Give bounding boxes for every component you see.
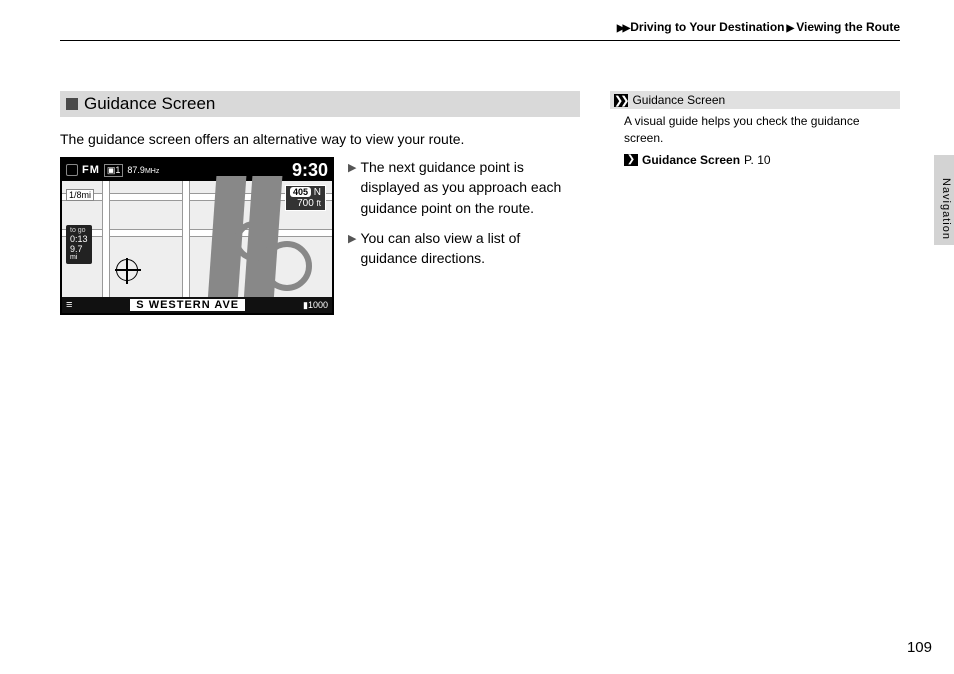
sidebar-crossref: ❯ Guidance Screen P. 10 <box>610 153 900 167</box>
sidebar-title: Guidance Screen <box>632 93 725 107</box>
section-tab-label: Navigation <box>940 178 952 240</box>
main-column: Guidance Screen The guidance screen offe… <box>60 91 580 315</box>
street-name: S WESTERN AVE <box>130 299 245 311</box>
bullet-text: You can also view a list of guidance dir… <box>360 228 580 269</box>
nav-screenshot: FM ▣1 87.9MHz 9:30 <box>60 157 334 315</box>
highway-sign: 405 N 700 ft <box>285 185 326 211</box>
triangle-bullet-icon: ▶ <box>348 232 356 269</box>
map-menu-icon: ≡ <box>66 299 72 311</box>
link-label: Guidance Screen <box>642 153 740 167</box>
map-scale: 1/8mi <box>66 189 94 201</box>
sidebar-header: ❯❯ Guidance Screen <box>610 91 900 109</box>
radio-band: FM <box>82 164 100 176</box>
section-title: Guidance Screen <box>84 94 215 114</box>
breadcrumb-part1: Driving to Your Destination <box>630 20 784 34</box>
clock: 9:30 <box>292 160 328 181</box>
radio-freq: 87.9MHz <box>127 165 159 175</box>
home-icon <box>66 164 78 176</box>
radio-preset-icon: ▣1 <box>104 164 124 177</box>
square-bullet-icon <box>66 98 78 110</box>
bottom-distance: ▮1000 <box>303 300 328 311</box>
sidebar-column: ❯❯ Guidance Screen A visual guide helps … <box>610 91 900 315</box>
link-chevron-icon: ❯ <box>624 154 638 166</box>
bullet-list: ▶ The next guidance point is displayed a… <box>348 157 580 315</box>
bullet-text: The next guidance point is displayed as … <box>360 157 580 218</box>
sidebar-body: A visual guide helps you check the guida… <box>610 109 900 153</box>
eta-box: to go 0:13 9.7 mi <box>66 225 92 264</box>
triangle-bullet-icon: ▶ <box>348 161 356 218</box>
intro-text: The guidance screen offers an alternativ… <box>60 131 580 147</box>
breadcrumb-part2: Viewing the Route <box>796 20 900 34</box>
note-double-chevron-icon: ❯❯ <box>614 94 628 107</box>
breadcrumb: ▶▶Driving to Your Destination▶Viewing th… <box>60 20 900 41</box>
chevron-icon: ▶ <box>787 23 795 34</box>
chevron-double-icon: ▶▶ <box>617 23 628 34</box>
link-page: P. 10 <box>744 153 771 167</box>
crosshair-icon <box>116 259 138 281</box>
page-number: 109 <box>907 639 932 656</box>
section-header: Guidance Screen <box>60 91 580 117</box>
